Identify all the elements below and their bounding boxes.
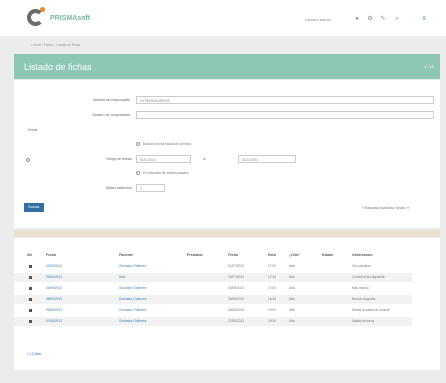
menu-icon[interactable]: ≡ [421,16,427,22]
table-cell: Alta [289,297,295,301]
table-cell: 17:00 [268,264,276,268]
table-cell: 17:30 [268,275,276,279]
col-cita[interactable]: ¿Cita? [289,253,300,257]
table-cell[interactable]: 07/06/2013 [46,319,62,323]
table-cell: 17:00 [268,286,276,290]
table-cell[interactable]: Gonzalez Gutierrez [119,319,146,323]
table-cell: 23/07/2013 [228,275,244,279]
table-cell: 27/08/2013 [228,319,244,323]
col-fecha-2[interactable]: Fecha [228,253,238,257]
table-cell: Desde la salida de la tarde [352,308,390,312]
number-input[interactable] [136,111,434,119]
table-cell: Alta [289,308,295,312]
row-select-icon[interactable] [29,275,32,279]
table-cell: Alta [289,275,295,279]
months-radio[interactable] [136,171,140,175]
table-cell[interactable]: Gonzalez Gutierrez [119,297,146,301]
table-cell[interactable]: 03/06/2013 [46,275,62,279]
row-select-icon[interactable] [29,286,32,290]
table-cell: Salida nocturna [352,319,375,323]
table-cell: Alta [289,286,295,290]
app-logo-text[interactable]: PRISMAsoft [50,15,90,22]
table-cell[interactable]: Ruiz [119,275,125,279]
edit-icon[interactable]: ✎ [380,16,386,22]
exact-date-option[interactable]: Buscar a fecha exacta de la fecha [143,142,191,146]
breadcrumb[interactable]: » Inicio › Fichas › Listado de fichas [31,43,80,47]
table-cell: Alta [289,264,295,268]
table-cell[interactable]: 02/06/2013 [46,264,62,268]
table-cell[interactable]: 06/06/2013 [46,308,62,312]
table-cell: Con cambios [352,264,371,268]
date-section-label: Fecha [28,128,38,132]
name-input[interactable]: LUTRASEM MEDRE [136,96,434,104]
col-sel[interactable]: Sel [27,253,32,257]
table-cell: Control al día siguiente [352,275,385,279]
row-select-icon[interactable] [29,297,32,301]
section-divider [14,230,440,237]
advanced-search-link[interactable]: » Búsqueda avanzada / ayuda »» [362,206,410,210]
row-select-icon[interactable] [29,308,32,312]
col-hora[interactable]: Hora [268,253,276,257]
user-name[interactable]: Usuario admin [305,17,331,22]
date-range-radio[interactable] [26,158,30,162]
search-button[interactable]: Buscar [24,203,44,212]
months-option[interactable]: Por intervalo de meses pasados [143,171,189,175]
top-bar: PRISMAsoft Usuario admin ● ⚙ ✎ ⌕ ≡ [0,0,446,36]
col-fecha[interactable]: Fecha [46,253,56,257]
col-paciente[interactable]: Paciente [119,253,133,257]
exact-date-radio[interactable] [136,142,140,146]
col-prestador[interactable]: Prestador [187,253,203,257]
table-cell: Nueva ecografía [352,297,376,301]
date-from-input[interactable]: 01/01/2013 [136,155,191,163]
user-icon[interactable]: ● [354,16,360,22]
name-label: Nombre del responsable [93,98,130,102]
page-banner: Listado de fichas 1 / 10 [14,54,440,79]
logo-dot [40,7,45,12]
months-label: Meses anteriores [105,186,132,190]
table-cell: Alta [289,319,295,323]
row-select-icon[interactable] [29,264,32,268]
pagination[interactable]: 1 | 2 Más [27,352,41,356]
search-icon[interactable]: ⌕ [394,16,400,22]
table-cell: 21/07/2013 [228,264,244,268]
settings-icon[interactable]: ⚙ [367,16,373,22]
row-select-icon[interactable] [29,319,32,323]
table-cell[interactable]: 05/06/2013 [46,297,62,301]
table-cell: 24/08/2013 [228,286,244,290]
page-title: Listado de fichas [24,62,92,72]
table-cell[interactable]: Gonzalez Gutierrez [119,264,146,268]
months-input[interactable]: 0 [136,184,165,192]
table-cell[interactable]: 04/06/2013 [46,286,62,290]
col-estado[interactable]: Estado [322,253,333,257]
banner-counter: 1 / 10 [423,64,434,69]
table-cell: 19:30 [268,319,276,323]
table-cell: Más reposo [352,286,369,290]
range-label: Rango de fechas [106,157,132,161]
date-separator: al [203,157,206,161]
table-cell: 25/08/2013 [228,297,244,301]
table-cell[interactable]: Gonzalez Gutierrez [119,286,146,290]
table-cell[interactable]: Gonzalez Gutierrez [119,308,146,312]
table-cell: 26/08/2013 [228,308,244,312]
table-cell: 18:30 [268,297,276,301]
results-panel [14,238,440,370]
col-observacion[interactable]: Observación [352,253,373,257]
number-label: Número de comprobante [92,113,130,117]
table-cell: 19:00 [268,308,276,312]
date-to-input[interactable]: 31/12/2013 [238,155,296,163]
